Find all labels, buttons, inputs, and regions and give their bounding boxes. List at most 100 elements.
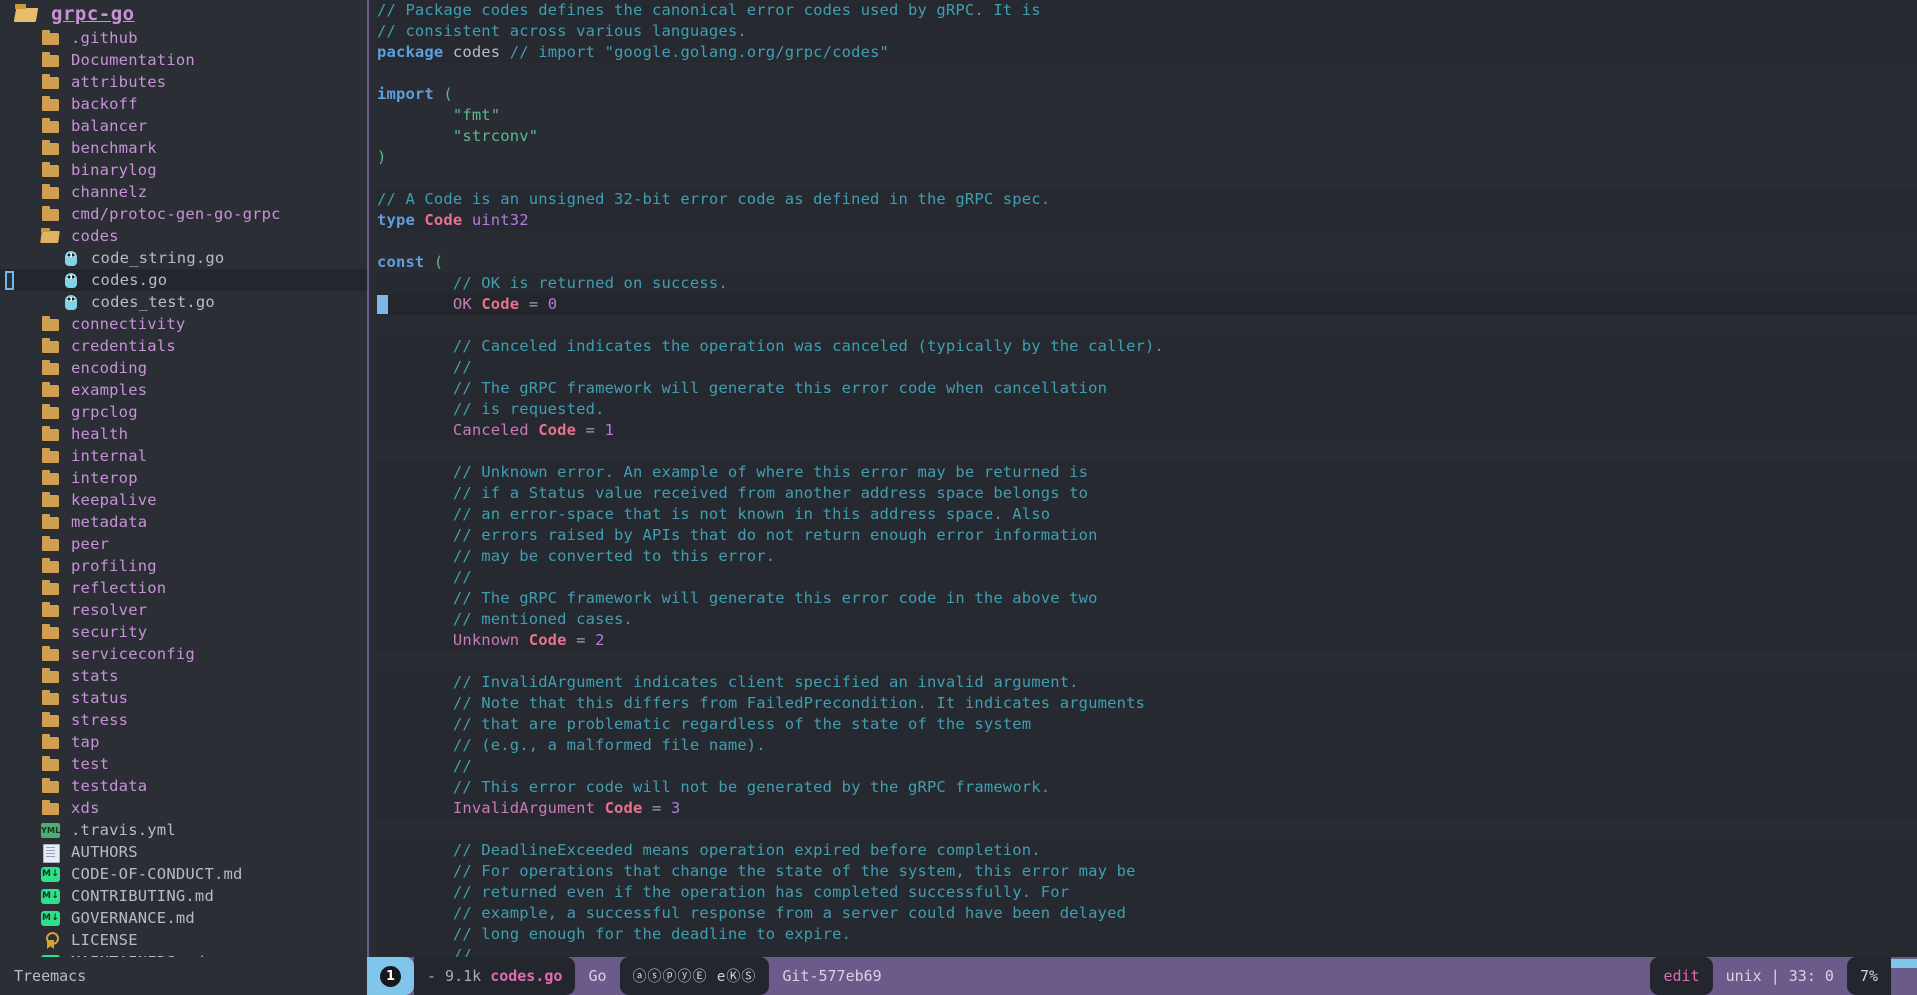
treemacs-dir-row[interactable]: resolver — [0, 599, 367, 621]
major-mode-segment[interactable]: Go — [575, 957, 620, 995]
treemacs-dir-row[interactable]: xds — [0, 797, 367, 819]
code-line[interactable]: // returned even if the operation has co… — [377, 882, 1917, 903]
code-line[interactable]: type Code uint32 — [377, 210, 1917, 231]
treemacs-root-row[interactable]: grpc-go — [0, 1, 367, 27]
code-line[interactable] — [377, 315, 1917, 336]
code-line[interactable] — [377, 63, 1917, 84]
workspace-badge[interactable]: 1 — [367, 957, 414, 995]
code-line[interactable]: // The gRPC framework will generate this… — [377, 378, 1917, 399]
minor-modes-segment[interactable]: ⓐⓢⓟⓨⒺ eⓀⓈ — [619, 957, 770, 995]
code-line[interactable]: // Unknown error. An example of where th… — [377, 462, 1917, 483]
treemacs-file-list[interactable]: .github Documentation attributes backoff bal… — [0, 27, 367, 957]
code-line[interactable]: // InvalidArgument indicates client spec… — [377, 672, 1917, 693]
treemacs-file-row[interactable]: CODE-OF-CONDUCT.md — [0, 863, 367, 885]
treemacs-file-row[interactable]: CONTRIBUTING.md — [0, 885, 367, 907]
treemacs-dir-row[interactable]: metadata — [0, 511, 367, 533]
code-line[interactable] — [377, 168, 1917, 189]
treemacs-dir-row[interactable]: cmd/protoc-gen-go-grpc — [0, 203, 367, 225]
code-line[interactable]: // This error code will not be generated… — [377, 777, 1917, 798]
code-line[interactable]: InvalidArgument Code = 3 — [377, 798, 1917, 819]
treemacs-file-row[interactable]: AUTHORS — [0, 841, 367, 863]
code-line[interactable] — [377, 231, 1917, 252]
code-line[interactable]: // if a Status value received from anoth… — [377, 483, 1917, 504]
treemacs-dir-row[interactable]: .github — [0, 27, 367, 49]
code-line[interactable] — [377, 441, 1917, 462]
code-line[interactable] — [377, 819, 1917, 840]
code-line[interactable]: // an error-space that is not known in t… — [377, 504, 1917, 525]
treemacs-dir-row[interactable]: balancer — [0, 115, 367, 137]
treemacs-dir-row[interactable]: connectivity — [0, 313, 367, 335]
scroll-percent-segment[interactable]: 7% — [1846, 957, 1891, 995]
code-line[interactable]: // long enough for the deadline to expir… — [377, 924, 1917, 945]
treemacs-dir-row[interactable]: benchmark — [0, 137, 367, 159]
treemacs-dir-row[interactable]: serviceconfig — [0, 643, 367, 665]
code-line[interactable]: // errors raised by APIs that do not ret… — [377, 525, 1917, 546]
treemacs-dir-row[interactable]: attributes — [0, 71, 367, 93]
code-line[interactable]: ) — [377, 147, 1917, 168]
treemacs-file-row[interactable]: code_string.go — [0, 247, 367, 269]
treemacs-dir-row[interactable]: backoff — [0, 93, 367, 115]
treemacs-dir-row[interactable]: test — [0, 753, 367, 775]
treemacs-file-row[interactable]: GOVERNANCE.md — [0, 907, 367, 929]
treemacs-dir-row[interactable]: credentials — [0, 335, 367, 357]
code-line[interactable]: const ( — [377, 252, 1917, 273]
treemacs-file-row[interactable]: codes.go — [0, 269, 367, 291]
code-line[interactable]: // — [377, 567, 1917, 588]
code-editor-pane[interactable]: // Package codes defines the canonical e… — [369, 0, 1917, 957]
code-line[interactable]: // mentioned cases. — [377, 609, 1917, 630]
code-line[interactable]: Canceled Code = 1 — [377, 420, 1917, 441]
code-line[interactable]: // that are problematic regardless of th… — [377, 714, 1917, 735]
treemacs-dir-row[interactable]: keepalive — [0, 489, 367, 511]
vcs-segment[interactable]: Git-577eb69 — [769, 957, 895, 995]
code-line[interactable]: // example, a successful response from a… — [377, 903, 1917, 924]
code-line[interactable]: // — [377, 945, 1917, 957]
code-line[interactable]: // The gRPC framework will generate this… — [377, 588, 1917, 609]
encoding-segment[interactable]: unix | 33: 0 — [1712, 957, 1847, 995]
treemacs-dir-row[interactable]: peer — [0, 533, 367, 555]
code-line[interactable]: // Canceled indicates the operation was … — [377, 336, 1917, 357]
treemacs-file-row[interactable]: LICENSE — [0, 929, 367, 951]
treemacs-dir-row[interactable]: internal — [0, 445, 367, 467]
treemacs-dir-row[interactable]: Documentation — [0, 49, 367, 71]
code-line[interactable] — [377, 651, 1917, 672]
code-line[interactable]: // OK is returned on success. — [377, 273, 1917, 294]
treemacs-dir-row[interactable]: examples — [0, 379, 367, 401]
code-line[interactable]: import ( — [377, 84, 1917, 105]
code-line[interactable]: // — [377, 756, 1917, 777]
treemacs-file-row[interactable]: MAINTAINERS.md — [0, 951, 367, 957]
treemacs-sidebar[interactable]: grpc-go .github Documentation attributes ba… — [0, 0, 367, 957]
code-line[interactable]: // consistent across various languages. — [377, 21, 1917, 42]
treemacs-file-row[interactable]: .travis.yml — [0, 819, 367, 841]
buffer-info-segment[interactable]: - 9.1k codes.go — [414, 957, 576, 995]
code-line[interactable]: // (e.g., a malformed file name). — [377, 735, 1917, 756]
treemacs-dir-row[interactable]: grpclog — [0, 401, 367, 423]
code-line[interactable]: // — [377, 357, 1917, 378]
code-line[interactable]: // Note that this differs from FailedPre… — [377, 693, 1917, 714]
treemacs-dir-row[interactable]: channelz — [0, 181, 367, 203]
treemacs-dir-row[interactable]: testdata — [0, 775, 367, 797]
code-line[interactable]: Unknown Code = 2 — [377, 630, 1917, 651]
treemacs-dir-row[interactable]: reflection — [0, 577, 367, 599]
code-line[interactable]: "strconv" — [377, 126, 1917, 147]
treemacs-dir-row[interactable]: stats — [0, 665, 367, 687]
treemacs-dir-row[interactable]: profiling — [0, 555, 367, 577]
edit-state-segment[interactable]: edit — [1650, 957, 1713, 995]
treemacs-file-row[interactable]: codes_test.go — [0, 291, 367, 313]
treemacs-dir-row[interactable]: codes — [0, 225, 367, 247]
treemacs-dir-row[interactable]: status — [0, 687, 367, 709]
treemacs-dir-row[interactable]: binarylog — [0, 159, 367, 181]
code-line[interactable]: OK Code = 0 — [377, 294, 1917, 315]
treemacs-dir-row[interactable]: interop — [0, 467, 367, 489]
treemacs-dir-row[interactable]: health — [0, 423, 367, 445]
code-line[interactable]: // may be converted to this error. — [377, 546, 1917, 567]
treemacs-dir-row[interactable]: stress — [0, 709, 367, 731]
code-line[interactable]: "fmt" — [377, 105, 1917, 126]
treemacs-dir-row[interactable]: security — [0, 621, 367, 643]
treemacs-dir-row[interactable]: tap — [0, 731, 367, 753]
code-line[interactable]: // A Code is an unsigned 32-bit error co… — [377, 189, 1917, 210]
treemacs-dir-row[interactable]: encoding — [0, 357, 367, 379]
code-line[interactable]: // For operations that change the state … — [377, 861, 1917, 882]
code-line[interactable]: // DeadlineExceeded means operation expi… — [377, 840, 1917, 861]
code-line[interactable]: // is requested. — [377, 399, 1917, 420]
code-line[interactable]: // Package codes defines the canonical e… — [377, 0, 1917, 21]
